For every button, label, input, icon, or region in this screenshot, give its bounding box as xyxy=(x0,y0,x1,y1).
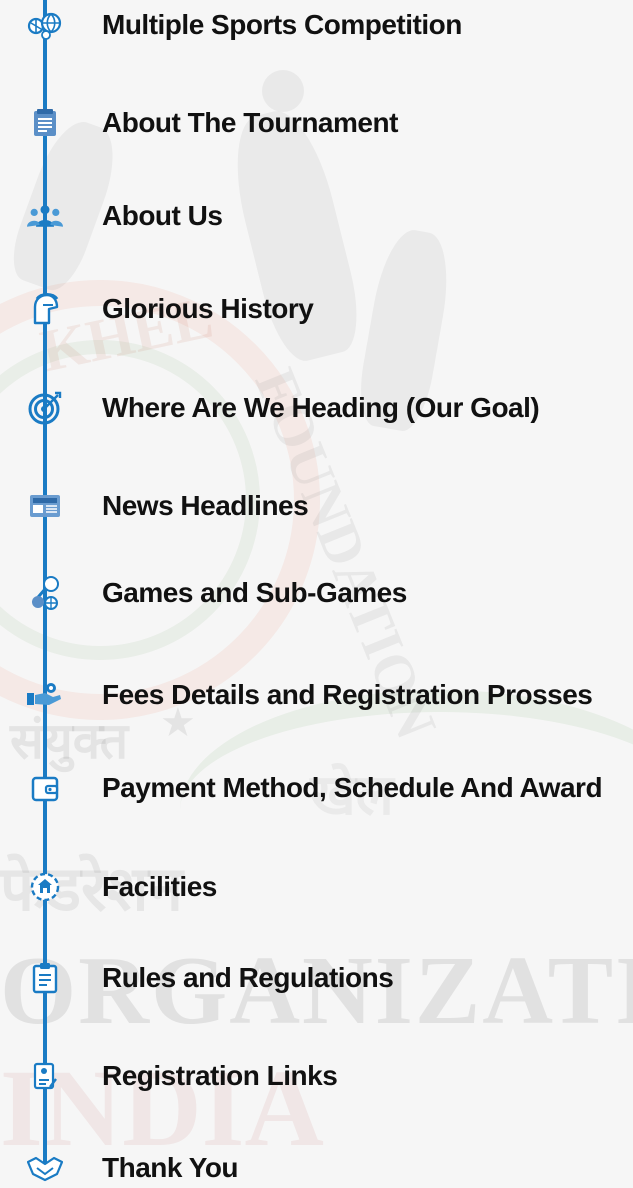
menu-item-glorious-history[interactable]: Glorious History xyxy=(0,289,633,329)
menu-item-payment-method[interactable]: Payment Method, Schedule And Award xyxy=(0,768,633,808)
menu-item-thank-you[interactable]: Thank You xyxy=(0,1148,633,1188)
menu-item-facilities[interactable]: Facilities xyxy=(0,867,633,907)
sports-equipment-icon xyxy=(27,575,63,611)
menu-item-multiple-sports-competition[interactable]: Multiple Sports Competition xyxy=(0,5,633,45)
menu-item-fees-details[interactable]: Fees Details and Registration Prosses xyxy=(0,675,633,715)
menu-item-label: Payment Method, Schedule And Award xyxy=(102,772,603,803)
menu-item-about-the-tournament[interactable]: About The Tournament xyxy=(0,103,633,143)
menu-item-label: Multiple Sports Competition xyxy=(102,9,462,40)
menu-item-label: Fees Details and Registration Prosses xyxy=(102,679,593,710)
menu-item-label: Facilities xyxy=(102,871,217,902)
registration-form-icon xyxy=(27,1058,63,1094)
menu-item-registration-links[interactable]: Registration Links xyxy=(0,1056,633,1096)
handshake-icon xyxy=(27,1150,63,1186)
clipboard-icon xyxy=(27,960,63,996)
hand-coin-icon xyxy=(27,677,63,713)
menu-item-games-and-sub-games[interactable]: Games and Sub-Games xyxy=(0,573,633,613)
menu-item-label: Games and Sub-Games xyxy=(102,577,407,608)
target-icon xyxy=(27,390,63,426)
menu-item-label: Thank You xyxy=(102,1152,239,1183)
table-of-contents-menu: Multiple Sports Competition About The To… xyxy=(0,0,633,1182)
facility-gear-icon xyxy=(27,869,63,905)
menu-item-label: Rules and Regulations xyxy=(102,962,394,993)
menu-item-label: About Us xyxy=(102,200,223,231)
menu-item-our-goal[interactable]: Where Are We Heading (Our Goal) xyxy=(0,388,633,428)
spartan-helmet-icon xyxy=(27,291,63,327)
menu-item-rules-and-regulations[interactable]: Rules and Regulations xyxy=(0,958,633,998)
people-group-icon xyxy=(27,198,63,234)
menu-item-label: Where Are We Heading (Our Goal) xyxy=(102,392,540,423)
menu-item-label: Glorious History xyxy=(102,293,314,324)
menu-item-label: News Headlines xyxy=(102,490,309,521)
sports-balls-icon xyxy=(27,7,63,43)
menu-item-label: About The Tournament xyxy=(102,107,398,138)
menu-item-about-us[interactable]: About Us xyxy=(0,196,633,236)
newspaper-icon xyxy=(27,488,63,524)
document-icon xyxy=(27,105,63,141)
menu-item-news-headlines[interactable]: News Headlines xyxy=(0,486,633,526)
wallet-icon xyxy=(27,770,63,806)
menu-item-label: Registration Links xyxy=(102,1060,338,1091)
